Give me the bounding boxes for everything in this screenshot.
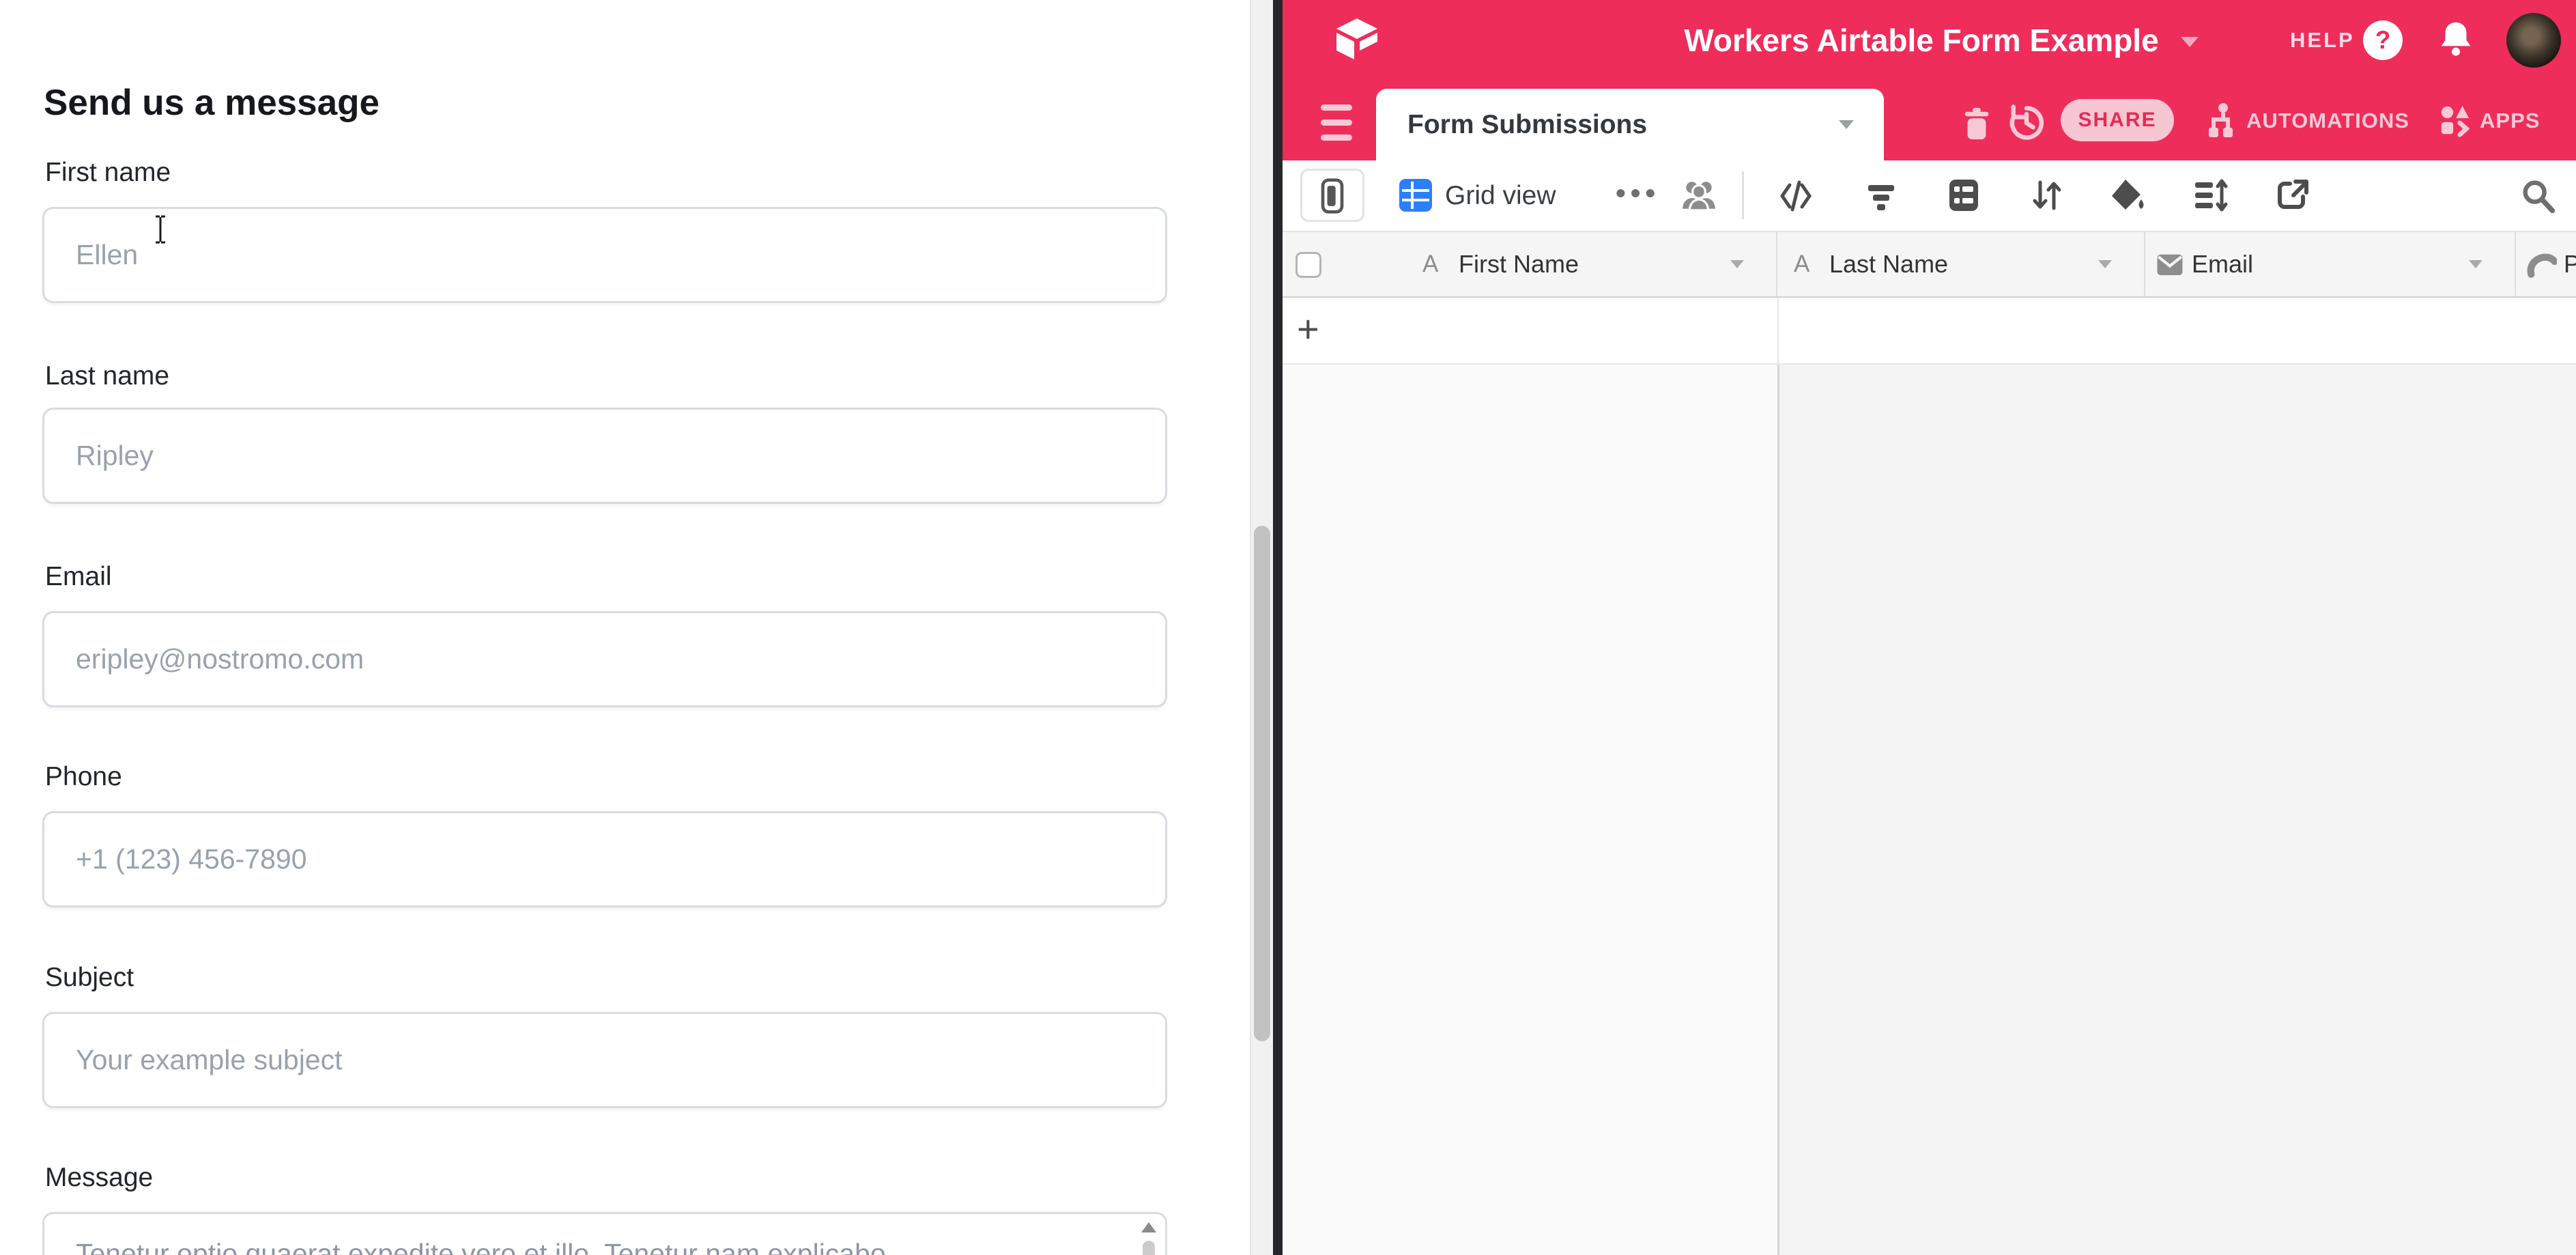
color-icon[interactable] [2108,177,2145,214]
user-avatar[interactable] [2506,13,2561,68]
filter-icon[interactable] [1863,178,1899,214]
table-tab-caret-icon[interactable] [1839,120,1854,129]
sidebar-toggle-icon [1315,177,1349,215]
select-all-checkbox[interactable] [1296,252,1321,278]
sort-icon[interactable] [2029,177,2065,214]
help-circle-icon[interactable]: ? [2363,20,2403,60]
subject-input[interactable] [42,1012,1167,1108]
column-header-phone[interactable]: Phone [2516,232,2576,296]
text-cursor-icon [150,214,171,244]
column-menu-caret-icon[interactable] [1730,260,1744,268]
contact-form-panel: Send us a message First name Last name E… [0,0,1273,1255]
email-label: Email [45,562,112,592]
grid-body [1283,365,2576,1255]
first-name-label: First name [45,158,171,188]
textarea-scrollbar-thumb[interactable] [1143,1241,1155,1255]
phone-field-icon [2524,249,2557,281]
left-panel-scrollbar-thumb[interactable] [1254,526,1270,1041]
base-title[interactable]: Workers Airtable Form Example [1684,0,2158,81]
airtable-table-bar: Form Submissions SHARE AUTOMATIONS [1283,81,2576,160]
textarea-scrollbar[interactable] [1139,1219,1158,1255]
subject-label: Subject [45,963,134,993]
apps-button[interactable]: APPS [2480,81,2540,160]
phone-label: Phone [45,762,122,792]
last-name-input[interactable] [42,408,1167,504]
column-divider [1777,298,1779,363]
toolbar-divider [1742,171,1744,219]
last-name-label: Last name [45,361,169,391]
group-icon[interactable] [1946,177,1981,214]
left-panel-scrollbar[interactable] [1250,0,1273,1255]
first-name-input[interactable] [42,207,1167,303]
table-tab-label: Form Submissions [1407,89,1647,160]
column-menu-caret-icon[interactable] [2098,260,2112,268]
email-input[interactable] [42,611,1167,707]
message-text: Tenetur optio quaerat expedite vero et i… [76,1235,1104,1255]
share-button[interactable]: SHARE [2061,99,2174,141]
column-menu-caret-icon[interactable] [2469,260,2482,268]
column-header-email[interactable]: Email [2145,232,2516,296]
notifications-bell-icon[interactable] [2436,19,2476,61]
automations-icon[interactable] [2203,101,2238,141]
base-title-caret-icon[interactable] [2181,37,2199,47]
airtable-panel: Workers Airtable Form Example HELP ? For… [1283,0,2576,1255]
grid-body-primary-column [1283,365,1777,1255]
text-field-icon: A [1422,232,1438,296]
add-row[interactable]: + [1283,298,2576,365]
add-row-plus-button[interactable]: + [1297,298,1319,362]
row-height-icon[interactable] [2192,177,2229,214]
view-sidebar-toggle-button[interactable] [1300,169,1364,222]
hide-fields-icon[interactable] [1778,178,1814,214]
window-divider [1273,0,1283,1255]
share-view-icon[interactable] [2275,177,2312,214]
email-field-icon [2155,250,2185,279]
scroll-up-arrow-icon[interactable] [1141,1222,1156,1232]
automations-button[interactable]: AUTOMATIONS [2246,81,2409,160]
view-options-ellipsis-button[interactable]: ••• [1616,160,1660,231]
trash-icon[interactable] [1960,105,1994,142]
hamburger-icon [1321,104,1352,111]
view-toolbar: Grid view ••• [1283,160,2576,231]
airtable-top-bar: Workers Airtable Form Example HELP ? [1283,0,2576,81]
text-field-icon: A [1794,232,1809,296]
workers-logo-icon[interactable] [1334,16,1379,64]
grid-header-row: A First Name A Last Name Email [1283,231,2576,298]
view-name-button[interactable]: Grid view [1445,160,1556,231]
phone-input[interactable] [42,811,1167,907]
collaborators-icon[interactable] [1680,178,1717,213]
apps-icon[interactable] [2439,104,2473,138]
screenshot-root: Send us a message First name Last name E… [0,0,2576,1255]
tab-form-submissions[interactable]: Form Submissions [1376,89,1884,160]
form-title: Send us a message [44,82,380,124]
column-header-first-name[interactable]: A First Name [1283,232,1777,296]
search-icon[interactable] [2519,177,2558,216]
frozen-column-divider [1777,365,1779,1255]
message-textarea[interactable]: Tenetur optio quaerat expedite vero et i… [42,1212,1167,1255]
help-button[interactable]: HELP [2290,0,2355,81]
history-icon[interactable] [2007,103,2046,143]
column-header-last-name[interactable]: A Last Name [1777,232,2145,296]
grid-body-background [1779,365,2576,1255]
grid-view-icon[interactable] [1399,179,1432,212]
message-label: Message [45,1163,153,1193]
